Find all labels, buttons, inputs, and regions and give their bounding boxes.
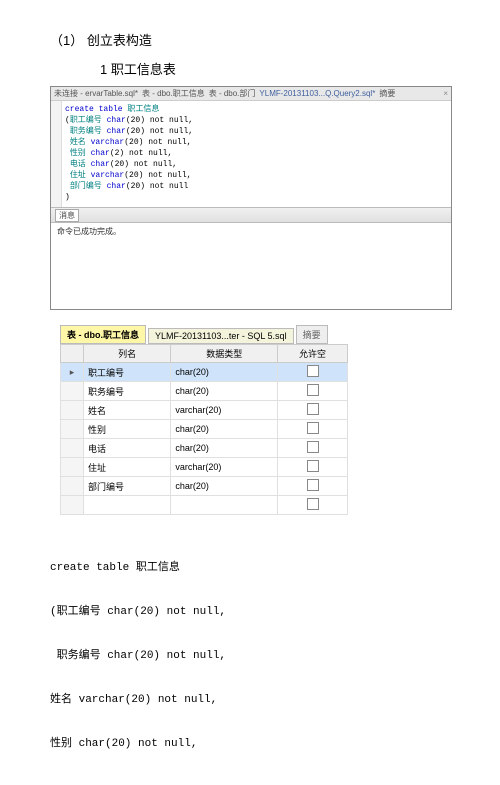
col-type-cell[interactable]: char(20) xyxy=(171,382,278,401)
header-type: 数据类型 xyxy=(171,345,278,363)
checkbox-icon[interactable] xyxy=(307,422,319,434)
col-type-cell[interactable]: varchar(20) xyxy=(171,401,278,420)
table-row[interactable]: ▸职工编号char(20) xyxy=(61,363,348,382)
checkbox-icon[interactable] xyxy=(307,384,319,396)
allow-null-cell[interactable] xyxy=(278,382,348,401)
subsection-heading: 1 职工信息表 xyxy=(100,59,450,78)
header-key xyxy=(61,345,84,363)
allow-null-cell[interactable] xyxy=(278,477,348,496)
table-designer: 表 - dbo.职工信息 YLMF-20131103...ter - SQL 5… xyxy=(60,325,348,515)
allow-null-cell[interactable] xyxy=(278,420,348,439)
checkbox-icon[interactable] xyxy=(307,479,319,491)
header-null: 允许空 xyxy=(278,345,348,363)
sql-editor[interactable]: create table 职工信息 (职工编号 char(20) not nul… xyxy=(51,101,451,207)
designer-tab-inactive[interactable]: YLMF-20131103...ter - SQL 5.sql xyxy=(148,328,294,344)
row-indicator: ▸ xyxy=(61,363,84,382)
header-name: 列名 xyxy=(84,345,171,363)
allow-null-cell[interactable] xyxy=(278,458,348,477)
designer-tab-bar: 表 - dbo.职工信息 YLMF-20131103...ter - SQL 5… xyxy=(60,325,348,344)
close-icon[interactable]: × xyxy=(443,89,448,98)
checkbox-icon[interactable] xyxy=(307,365,319,377)
col-name-cell[interactable]: 住址 xyxy=(84,458,171,477)
table-row[interactable]: 部门编号char(20) xyxy=(61,477,348,496)
designer-tab-active[interactable]: 表 - dbo.职工信息 xyxy=(60,325,146,344)
messages-pane: 命令已成功完成。 xyxy=(51,223,451,309)
col-type-cell[interactable]: char(20) xyxy=(171,420,278,439)
table-row[interactable]: 姓名varchar(20) xyxy=(61,401,348,420)
table-row[interactable]: 电话char(20) xyxy=(61,439,348,458)
col-type-cell[interactable]: char(20) xyxy=(171,363,278,382)
allow-null-cell[interactable] xyxy=(278,401,348,420)
columns-grid[interactable]: 列名 数据类型 允许空 ▸职工编号char(20)职务编号char(20)姓名v… xyxy=(60,344,348,515)
tab-query2[interactable]: YLMF-20131103...Q.Query2.sql* xyxy=(259,89,375,98)
col-name-cell[interactable]: 性别 xyxy=(84,420,171,439)
editor-tab-bar: 未连接 - ervarTable.sql* 表 - dbo.职工信息 表 - d… xyxy=(51,87,451,101)
row-indicator xyxy=(61,458,84,477)
section-heading: （1） 创立表构造 xyxy=(50,30,450,49)
allow-null-cell[interactable] xyxy=(278,439,348,458)
tab-table-employee[interactable]: 表 - dbo.职工信息 xyxy=(142,88,205,99)
table-row[interactable]: 性别char(20) xyxy=(61,420,348,439)
col-name-cell[interactable]: 部门编号 xyxy=(84,477,171,496)
checkbox-icon[interactable] xyxy=(307,403,319,415)
col-name-cell[interactable]: 电话 xyxy=(84,439,171,458)
allow-null-cell[interactable] xyxy=(278,363,348,382)
tab-table-dept[interactable]: 表 - dbo.部门 xyxy=(209,88,256,99)
row-indicator xyxy=(61,439,84,458)
code-snippet: create table 职工信息 (职工编号 char(20) not nul… xyxy=(50,535,450,755)
checkbox-icon[interactable] xyxy=(307,460,319,472)
designer-tab-summary[interactable]: 摘要 xyxy=(296,325,328,344)
col-name-cell[interactable]: 姓名 xyxy=(84,401,171,420)
messages-tab[interactable]: 消息 xyxy=(55,209,79,222)
row-indicator xyxy=(61,382,84,401)
col-name-cell[interactable]: 职务编号 xyxy=(84,382,171,401)
col-type-cell[interactable]: char(20) xyxy=(171,477,278,496)
col-type-cell[interactable]: char(20) xyxy=(171,439,278,458)
ssms-window: 未连接 - ervarTable.sql* 表 - dbo.职工信息 表 - d… xyxy=(50,86,452,310)
col-type-cell[interactable]: varchar(20) xyxy=(171,458,278,477)
table-row[interactable]: 职务编号char(20) xyxy=(61,382,348,401)
tab-unconnected[interactable]: 未连接 - ervarTable.sql* xyxy=(54,88,138,99)
results-split-bar: 消息 xyxy=(51,207,451,223)
row-indicator xyxy=(61,420,84,439)
table-row[interactable]: 住址varchar(20) xyxy=(61,458,348,477)
row-indicator xyxy=(61,401,84,420)
col-name-cell[interactable]: 职工编号 xyxy=(84,363,171,382)
row-indicator xyxy=(61,477,84,496)
checkbox-icon[interactable] xyxy=(307,441,319,453)
tab-summary[interactable]: 摘要 xyxy=(379,88,395,99)
table-row[interactable] xyxy=(61,496,348,515)
